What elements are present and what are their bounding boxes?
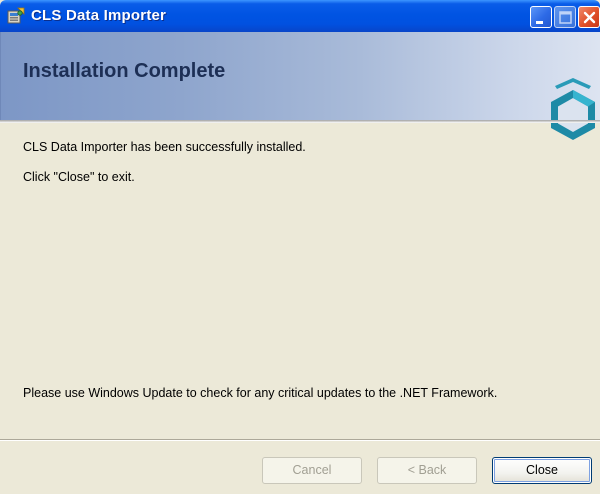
page-title: Installation Complete <box>23 60 226 82</box>
title-bar[interactable]: CLS Data Importer <box>0 0 600 32</box>
success-message: CLS Data Importer has been successfully … <box>23 140 306 154</box>
close-button[interactable]: Close <box>492 457 592 484</box>
windows-update-note: Please use Windows Update to check for a… <box>23 386 498 400</box>
close-window-button[interactable] <box>578 6 600 28</box>
banner-divider <box>0 120 600 123</box>
hexagon-logo-icon <box>551 78 595 140</box>
window-title: CLS Data Importer <box>31 7 167 24</box>
minimize-icon <box>536 21 543 24</box>
installer-window: CLS Data Importer Installation Complete <box>0 0 600 494</box>
cancel-button[interactable]: Cancel <box>262 457 362 484</box>
minimize-button[interactable] <box>530 6 552 28</box>
button-separator <box>0 439 600 441</box>
installer-app-icon[interactable] <box>7 7 25 25</box>
exit-instruction: Click "Close" to exit. <box>23 170 135 184</box>
back-button[interactable]: < Back <box>377 457 477 484</box>
maximize-icon <box>559 11 572 24</box>
maximize-button[interactable] <box>554 6 576 28</box>
close-icon <box>583 11 596 24</box>
header-banner: Installation Complete <box>0 32 600 140</box>
